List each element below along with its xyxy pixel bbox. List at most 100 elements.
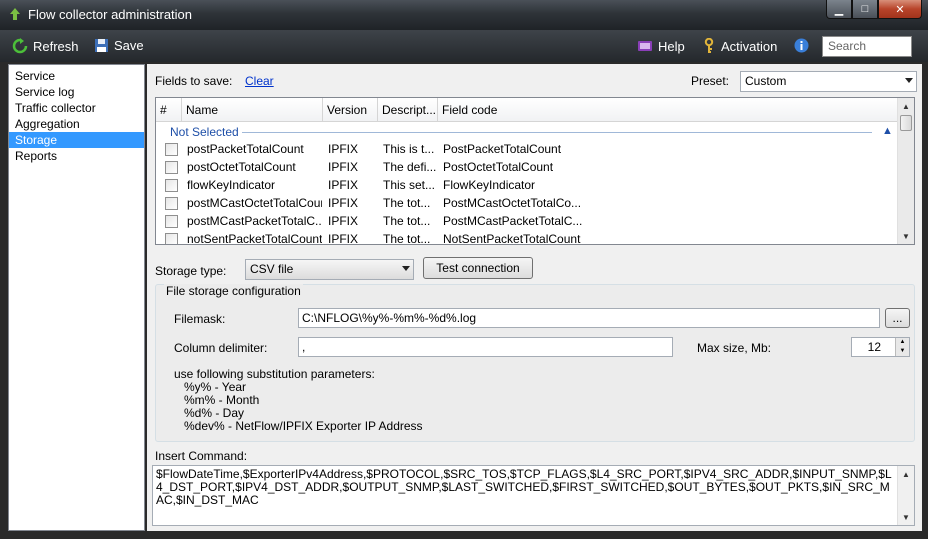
info-icon	[794, 38, 809, 53]
window-title: Flow collector administration	[28, 7, 193, 22]
file-storage-config: File storage configuration Filemask: C:\…	[155, 284, 915, 442]
chevron-down-icon	[402, 266, 410, 271]
cell-name: postMCastPacketTotalC...	[187, 214, 322, 228]
chevron-down-icon	[905, 78, 913, 83]
table-row[interactable]: notSentPacketTotalCount IPFIX The tot...…	[156, 230, 898, 245]
storage-type-value: CSV file	[250, 262, 294, 276]
test-connection-button[interactable]: Test connection	[423, 257, 533, 279]
cell-field-code: PostOctetTotalCount	[443, 160, 554, 174]
insert-command-textarea[interactable]: $FlowDateTime,$ExporterIPv4Address,$PROT…	[152, 465, 915, 526]
column-header-field-code[interactable]: Field code	[438, 98, 898, 122]
fields-grid: # Name Version Descript... Field code No…	[155, 97, 915, 245]
activation-label: Activation	[721, 38, 778, 54]
delimiter-label: Column delimiter:	[174, 341, 268, 355]
column-header-version[interactable]: Version	[323, 98, 378, 122]
group-divider	[242, 132, 872, 133]
row-checkbox[interactable]	[165, 197, 178, 210]
cell-name: flowKeyIndicator	[187, 178, 276, 192]
key-icon	[702, 38, 716, 54]
sidebar-item-traffic-collector[interactable]: Traffic collector	[9, 100, 144, 116]
scroll-down-icon[interactable]: ▼	[898, 228, 914, 244]
delimiter-input[interactable]: ,	[298, 337, 673, 357]
cell-name: postOctetTotalCount	[187, 160, 296, 174]
sidebar-item-aggregation[interactable]: Aggregation	[9, 116, 144, 132]
scroll-down-icon[interactable]: ▼	[898, 509, 914, 525]
help-button[interactable]: Help	[637, 38, 685, 54]
param-month: %m% - Month	[184, 393, 260, 407]
row-checkbox[interactable]	[165, 143, 178, 156]
column-header-name[interactable]: Name	[182, 98, 323, 122]
grid-header: # Name Version Descript... Field code	[156, 98, 898, 122]
cell-description: The tot...	[383, 232, 431, 245]
scroll-up-icon[interactable]: ▲	[898, 98, 914, 114]
maxsize-label: Max size, Mb:	[697, 341, 772, 355]
refresh-button[interactable]: Refresh	[12, 38, 79, 54]
cell-version: IPFIX	[328, 160, 359, 174]
save-button[interactable]: Save	[94, 38, 144, 53]
table-row[interactable]: postMCastPacketTotalC... IPFIX The tot..…	[156, 212, 898, 230]
search-input[interactable]: Search	[822, 36, 912, 57]
maximize-button[interactable]: □	[852, 0, 878, 19]
row-checkbox[interactable]	[165, 179, 178, 192]
title-bar: Flow collector administration ▁ □ ✕	[0, 0, 928, 30]
minimize-button[interactable]: ▁	[826, 0, 852, 19]
cell-description: The tot...	[383, 196, 431, 210]
table-row[interactable]: postMCastOctetTotalCount IPFIX The tot..…	[156, 194, 898, 212]
table-row[interactable]: flowKeyIndicator IPFIX This set... FlowK…	[156, 176, 898, 194]
cell-description: This set...	[383, 178, 436, 192]
close-button[interactable]: ✕	[878, 0, 922, 19]
storage-panel: Fields to save: Clear Preset: Custom # N…	[147, 64, 922, 531]
sidebar-item-storage[interactable]: Storage	[9, 132, 144, 148]
maximize-icon: □	[861, 3, 869, 15]
minimize-icon: ▁	[834, 3, 844, 16]
column-header-description[interactable]: Descript...	[378, 98, 438, 122]
groupbox-title: File storage configuration	[164, 284, 303, 298]
scroll-thumb[interactable]	[900, 115, 912, 131]
cell-field-code: NotSentPacketTotalCount	[443, 232, 581, 245]
scroll-up-icon[interactable]: ▲	[898, 466, 914, 482]
window-controls: ▁ □ ✕	[826, 0, 922, 20]
spin-buttons[interactable]: ▲ ▼	[895, 338, 909, 356]
param-dev: %dev% - NetFlow/IPFIX Exporter IP Addres…	[184, 419, 423, 433]
browse-button[interactable]: ...	[885, 308, 910, 328]
sidebar-item-service[interactable]: Service	[9, 68, 144, 84]
row-checkbox[interactable]	[165, 233, 178, 244]
fields-label: Fields to save:	[155, 74, 233, 88]
preset-label: Preset:	[691, 74, 730, 88]
command-scrollbar[interactable]: ▲ ▼	[897, 466, 914, 525]
cell-field-code: PostMCastOctetTotalCo...	[443, 196, 582, 210]
grid-scrollbar[interactable]: ▲ ▼	[897, 98, 914, 244]
sidebar-item-reports[interactable]: Reports	[9, 148, 144, 164]
cell-version: IPFIX	[328, 232, 359, 245]
cell-name: postMCastOctetTotalCount	[187, 196, 322, 210]
sidebar-item-service-log[interactable]: Service log	[9, 84, 144, 100]
cell-description: This is t...	[383, 142, 435, 156]
filemask-input[interactable]: C:\NFLOG\%y%-%m%-%d%.log	[298, 308, 880, 328]
cell-field-code: PostPacketTotalCount	[443, 142, 562, 156]
toolbar: Refresh Save Help Activation Search	[0, 30, 928, 62]
book-icon	[637, 38, 653, 54]
maxsize-stepper[interactable]: 12 ▲ ▼	[851, 337, 910, 357]
row-checkbox[interactable]	[165, 215, 178, 228]
cell-description: The defi...	[383, 160, 437, 174]
refresh-label: Refresh	[33, 38, 79, 54]
close-icon: ✕	[895, 3, 905, 16]
app-icon	[8, 7, 22, 21]
spin-down-icon[interactable]: ▼	[895, 347, 909, 356]
preset-select[interactable]: Custom	[740, 71, 917, 92]
table-row[interactable]: postPacketTotalCount IPFIX This is t... …	[156, 140, 898, 158]
cell-version: IPFIX	[328, 196, 359, 210]
activation-button[interactable]: Activation	[702, 38, 777, 54]
storage-type-select[interactable]: CSV file	[245, 259, 414, 280]
collapse-icon[interactable]: ▲	[882, 125, 893, 137]
group-not-selected[interactable]: Not Selected ▲	[156, 122, 898, 140]
sidebar: Service Service log Traffic collector Ag…	[8, 64, 145, 531]
table-row[interactable]: postOctetTotalCount IPFIX The defi... Po…	[156, 158, 898, 176]
clear-link[interactable]: Clear	[245, 74, 274, 88]
about-button[interactable]	[794, 38, 809, 53]
spin-up-icon[interactable]: ▲	[895, 338, 909, 347]
column-header-index[interactable]: #	[156, 98, 182, 122]
storage-type-label: Storage type:	[155, 264, 227, 278]
row-checkbox[interactable]	[165, 161, 178, 174]
save-label: Save	[114, 38, 144, 53]
